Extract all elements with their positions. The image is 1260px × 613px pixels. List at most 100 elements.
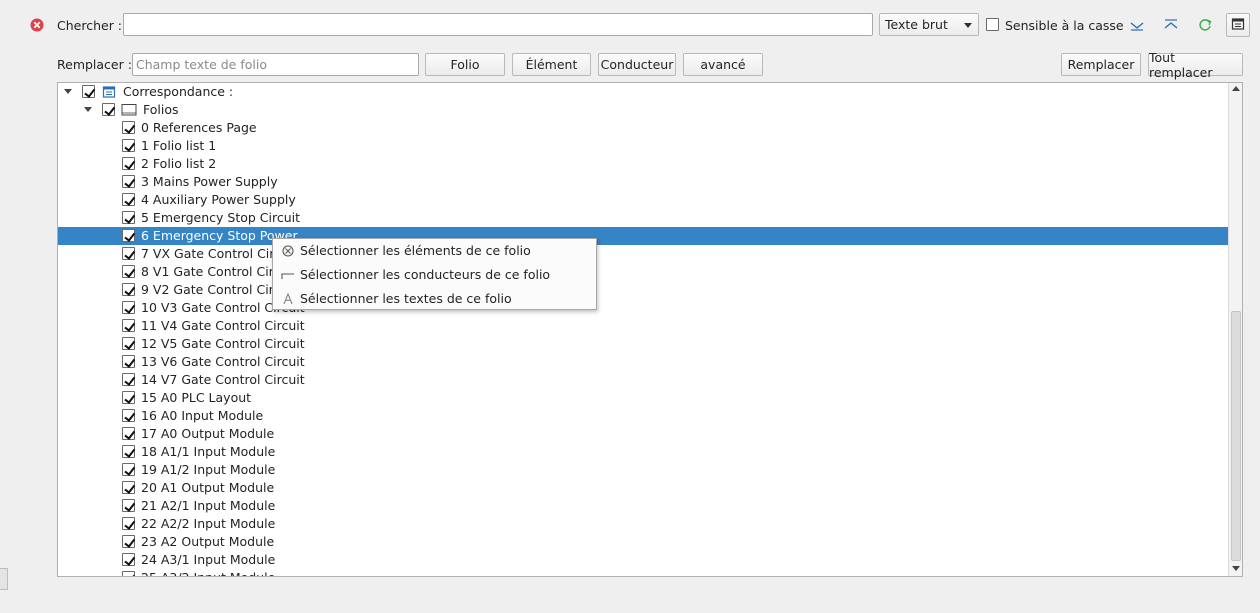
folio-checkbox[interactable] — [122, 481, 135, 494]
folio-row[interactable]: 11 V4 Gate Control Circuit — [58, 317, 1229, 335]
replace-input[interactable]: Champ texte de folio — [132, 53, 419, 76]
folio-row[interactable]: 13 V6 Gate Control Circuit — [58, 353, 1229, 371]
folio-checkbox[interactable] — [122, 301, 135, 314]
folio-label: 1 Folio list 1 — [141, 138, 217, 153]
menu-item-select-texts[interactable]: Sélectionner les textes de ce folio — [273, 287, 596, 311]
folio-row[interactable]: 12 V5 Gate Control Circuit — [58, 335, 1229, 353]
search-input[interactable] — [123, 13, 873, 36]
folio-row[interactable]: 10 V3 Gate Control Circuit — [58, 299, 1229, 317]
folio-checkbox[interactable] — [122, 175, 135, 188]
search-mode-select[interactable]: Texte brut — [879, 13, 979, 36]
folio-row[interactable]: 3 Mains Power Supply — [58, 173, 1229, 191]
folio-label: 23 A2 Output Module — [141, 534, 275, 549]
folio-checkbox[interactable] — [122, 463, 135, 476]
root-checkbox[interactable] — [82, 85, 95, 98]
vertical-scrollbar[interactable] — [1228, 83, 1242, 576]
folio-checkbox[interactable] — [122, 571, 135, 576]
folio-row[interactable]: 19 A1/2 Input Module — [58, 461, 1229, 479]
folio-row[interactable]: 14 V7 Gate Control Circuit — [58, 371, 1229, 389]
tree-group-row[interactable]: Folios — [58, 101, 1229, 119]
group-checkbox[interactable] — [102, 103, 115, 116]
folio-row[interactable]: 24 A3/1 Input Module — [58, 551, 1229, 569]
folio-label: 16 A0 Input Module — [141, 408, 264, 423]
folio-checkbox[interactable] — [122, 247, 135, 260]
folio-row[interactable]: 1 Folio list 1 — [58, 137, 1229, 155]
folio-row[interactable]: 17 A0 Output Module — [58, 425, 1229, 443]
folio-label: 17 A0 Output Module — [141, 426, 275, 441]
project-icon — [102, 85, 116, 102]
folio-checkbox[interactable] — [122, 319, 135, 332]
search-mode-value: Texte brut — [885, 17, 948, 32]
folio-row[interactable]: 7 VX Gate Control Circuit — [58, 245, 1229, 263]
expand-arrow-icon[interactable] — [84, 107, 92, 112]
folio-label: 0 References Page — [141, 120, 257, 135]
folio-checkbox[interactable] — [122, 229, 135, 242]
menu-item-label: Sélectionner les éléments de ce folio — [300, 243, 531, 258]
folio-row[interactable]: 21 A2/1 Input Module — [58, 497, 1229, 515]
dock-handle[interactable] — [0, 568, 8, 590]
folio-checkbox[interactable] — [122, 517, 135, 530]
replace-button[interactable]: Remplacer — [1061, 53, 1141, 76]
folio-checkbox[interactable] — [122, 283, 135, 296]
text-icon — [281, 292, 295, 306]
folio-row[interactable]: 8 V1 Gate Control Circuit — [58, 263, 1229, 281]
folio-row[interactable]: 16 A0 Input Module — [58, 407, 1229, 425]
element-button[interactable]: Élément — [512, 53, 591, 76]
folio-row[interactable]: 25 A3/2 Input Module — [58, 569, 1229, 576]
folio-row[interactable]: 9 V2 Gate Control Circuit — [58, 281, 1229, 299]
scroll-up-icon[interactable] — [1232, 86, 1240, 91]
folio-label: 22 A2/2 Input Module — [141, 516, 276, 531]
chevron-down-icon — [964, 23, 972, 28]
case-sensitive-checkbox[interactable] — [986, 18, 999, 31]
folio-checkbox[interactable] — [122, 427, 135, 440]
folio-checkbox[interactable] — [122, 139, 135, 152]
folio-row[interactable]: 18 A1/1 Input Module — [58, 443, 1229, 461]
folio-checkbox[interactable] — [122, 373, 135, 386]
folio-checkbox[interactable] — [122, 553, 135, 566]
conductor-button[interactable]: Conducteur — [598, 53, 676, 76]
refresh-icon[interactable] — [1195, 15, 1215, 35]
folio-button[interactable]: Folio — [425, 53, 505, 76]
folio-row[interactable]: 0 References Page — [58, 119, 1229, 137]
group-label: Folios — [143, 102, 179, 117]
folio-checkbox[interactable] — [122, 355, 135, 368]
folio-row[interactable]: 4 Auxiliary Power Supply — [58, 191, 1229, 209]
folio-checkbox[interactable] — [122, 445, 135, 458]
folio-checkbox[interactable] — [122, 409, 135, 422]
folio-row[interactable]: 23 A2 Output Module — [58, 533, 1229, 551]
folio-row[interactable]: 5 Emergency Stop Circuit — [58, 209, 1229, 227]
folio-row[interactable]: 22 A2/2 Input Module — [58, 515, 1229, 533]
folio-checkbox[interactable] — [122, 193, 135, 206]
folio-checkbox[interactable] — [122, 211, 135, 224]
folio-checkbox[interactable] — [122, 499, 135, 512]
settings-button[interactable] — [1226, 13, 1250, 37]
case-sensitive-label: Sensible à la casse — [1005, 18, 1124, 33]
scroll-down-icon[interactable] — [1232, 566, 1240, 571]
folio-checkbox[interactable] — [122, 157, 135, 170]
close-icon[interactable] — [28, 15, 48, 35]
advanced-button[interactable]: avancé — [683, 53, 763, 76]
tree-root-row[interactable]: Correspondance : — [58, 83, 1229, 101]
previous-icon[interactable] — [1161, 15, 1181, 35]
folio-row[interactable]: 6 Emergency Stop Power — [58, 227, 1229, 245]
folio-row[interactable]: 15 A0 PLC Layout — [58, 389, 1229, 407]
scrollbar-thumb[interactable] — [1231, 311, 1241, 561]
folio-checkbox[interactable] — [122, 337, 135, 350]
folio-checkbox[interactable] — [122, 391, 135, 404]
expand-arrow-icon[interactable] — [64, 89, 72, 94]
folio-checkbox[interactable] — [122, 265, 135, 278]
folio-label: 25 A3/2 Input Module — [141, 570, 275, 576]
folio-row[interactable]: 2 Folio list 2 — [58, 155, 1229, 173]
folio-label: 5 Emergency Stop Circuit — [141, 210, 301, 225]
folio-row[interactable]: 20 A1 Output Module — [58, 479, 1229, 497]
menu-item-select-elements[interactable]: Sélectionner les éléments de ce folio — [273, 239, 596, 263]
folio-checkbox[interactable] — [122, 535, 135, 548]
next-icon[interactable] — [1127, 15, 1147, 35]
menu-item-select-conductors[interactable]: Sélectionner les conducteurs de ce folio — [273, 263, 596, 287]
element-icon — [281, 244, 295, 258]
folio-checkbox[interactable] — [122, 121, 135, 134]
folio-label: 2 Folio list 2 — [141, 156, 217, 171]
results-tree[interactable]: Correspondance : Folios 0 References Pag… — [57, 82, 1243, 577]
replace-all-button[interactable]: Tout remplacer — [1148, 50, 1243, 80]
folio-label: 13 V6 Gate Control Circuit — [141, 354, 305, 369]
